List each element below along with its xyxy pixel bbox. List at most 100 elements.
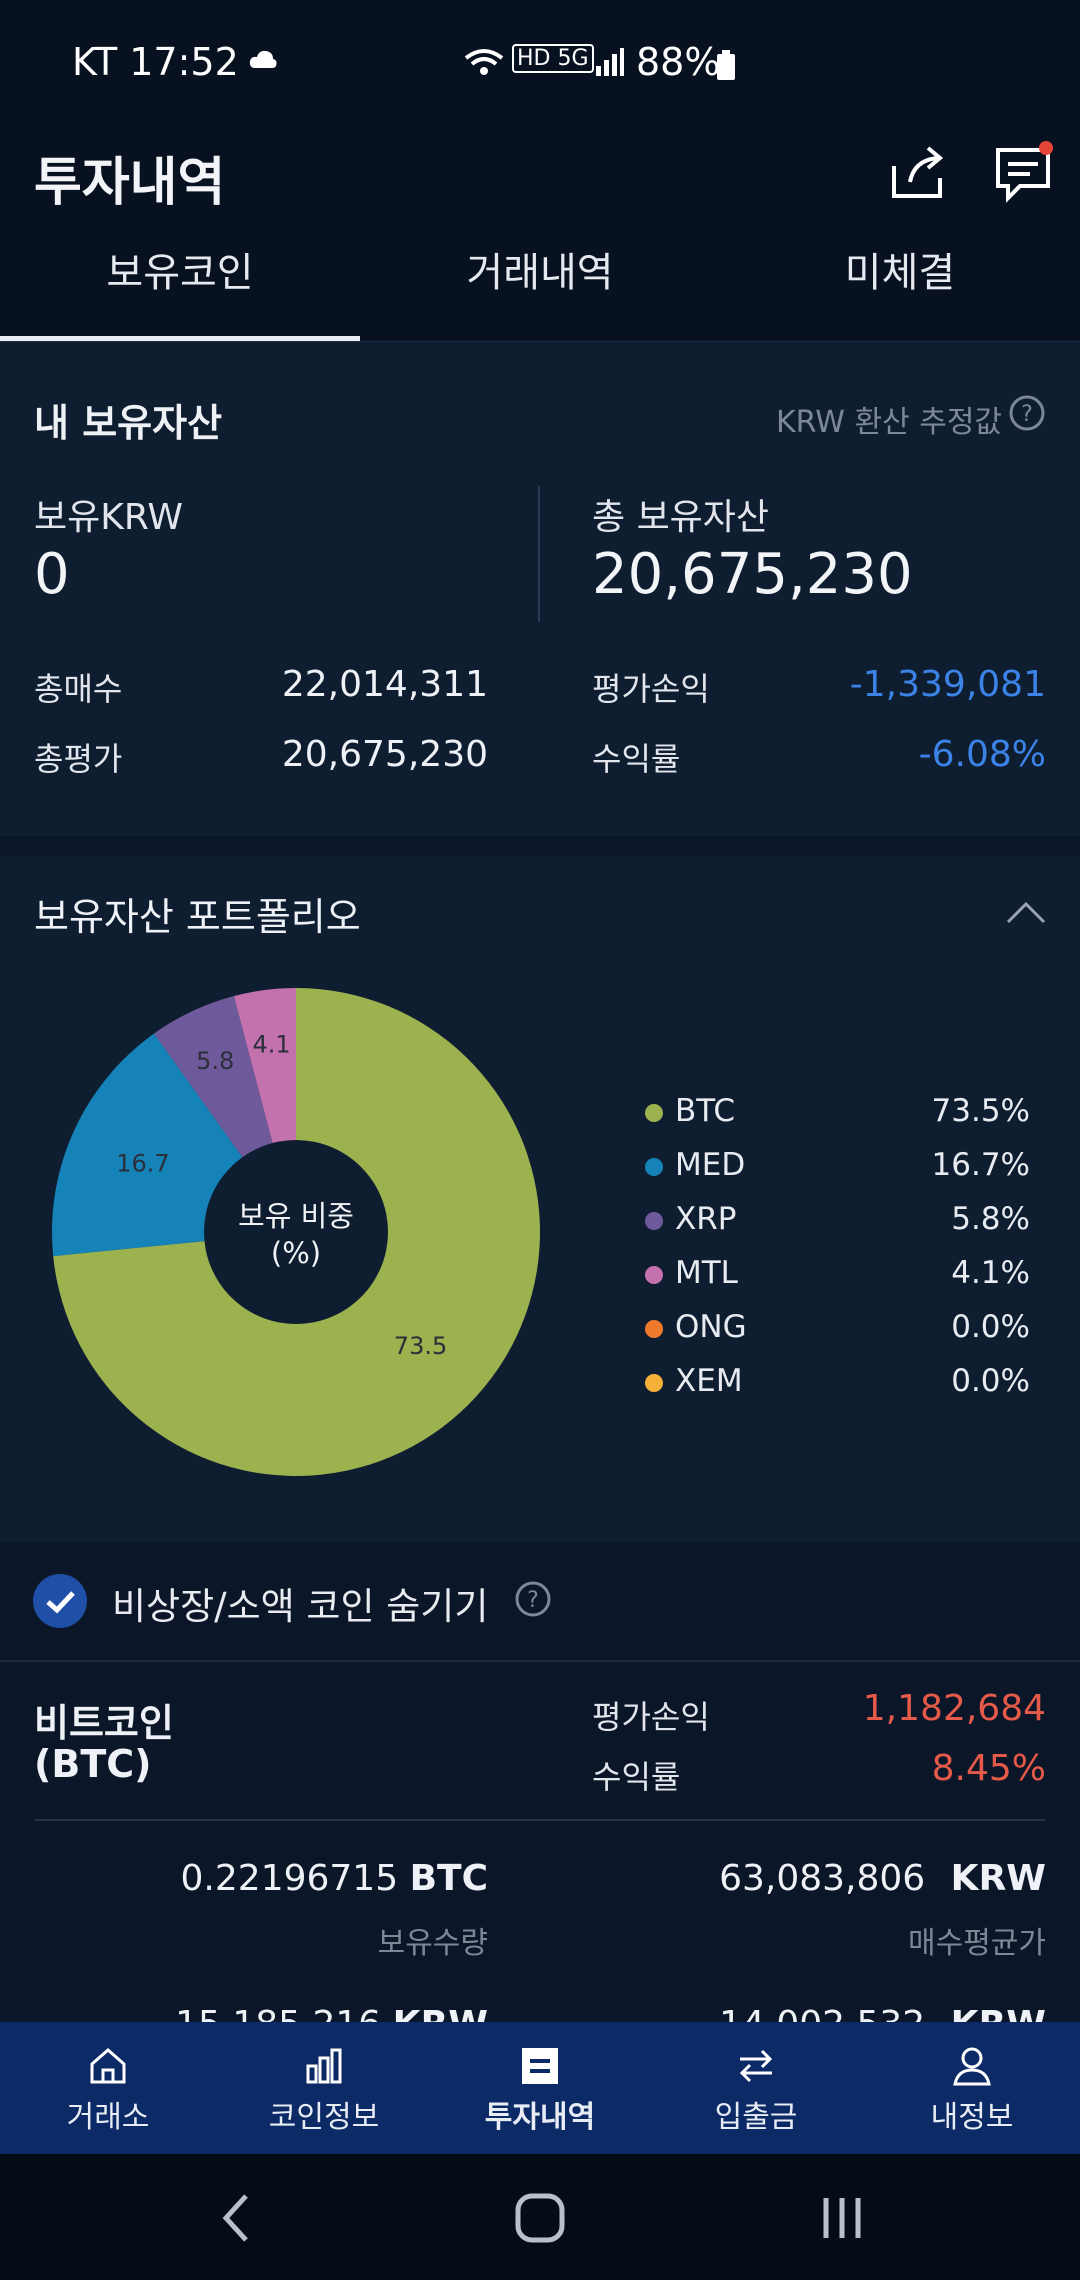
list-icon [520,2046,560,2086]
return-label: 수익률 [592,740,681,778]
total-buy-label: 총매수 [34,670,123,708]
legend-dot-icon [645,1374,663,1392]
legend-name: XRP [675,1201,737,1237]
slice-label-mtl: 4.1 [253,1031,291,1059]
nav-deposit-withdraw-label: 입출금 [714,2100,798,2135]
coin-symbol: (BTC) [34,1742,152,1786]
slice-label-xrp: 5.8 [196,1047,234,1075]
portfolio-section: 보유자산 포트폴리오 보유 비중 (%) 73.5 16.7 5.8 4.1 BTC 7… [0,856,1080,1542]
holding-pnl-value: 1,182,684 [862,1688,1046,1729]
nav-exchange-label: 거래소 [66,2100,150,2135]
legend-dot-icon [645,1320,663,1338]
checkbox-checked-icon[interactable] [33,1574,87,1628]
nav-exchange[interactable]: 거래소 [0,2022,216,2154]
qty-row: 0.22196715 BTC [60,1858,488,1899]
legend-percent: 73.5% [931,1093,1030,1129]
coin-name: 비트코인 [34,1701,174,1745]
slice-label-med: 16.7 [116,1150,169,1178]
avg-label: 매수평균가 [908,1926,1046,1961]
total-eval-value: 20,675,230 [281,734,488,775]
donut-center-label: 보유 비중 [238,1199,354,1233]
page-title: 투자내역 [34,153,226,213]
legend-item-xem: XEM 0.0% [645,1363,1030,1403]
help-icon[interactable]: ? [1008,394,1046,432]
holding-pnl-label: 평가손익 [592,1698,710,1736]
status-bar: KT 17:52 HD 5G 88% [0,0,1080,130]
cloud-icon [248,46,278,72]
krw-estimate-note: KRW 환산 추정값 [776,405,1003,440]
tab-trade-history[interactable]: 거래내역 [360,240,720,338]
legend-dot-icon [645,1212,663,1230]
total-buy-value: 22,014,311 [281,664,488,705]
app-header: 투자내역 보유코인 거래내역 미체결 [0,130,1080,343]
back-icon[interactable] [216,2190,256,2246]
slice-label-btc: 73.5 [394,1332,447,1360]
chevron-up-icon[interactable] [1004,898,1048,928]
my-assets-section: 내 보유자산 KRW 환산 추정값 ? 보유KRW 0 총 보유자산 20,67… [0,342,1080,836]
total-eval-label: 총평가 [34,740,123,778]
hide-coins-row[interactable]: 비상장/소액 코인 숨기기 ? [0,1542,1080,1662]
donut-center-unit: (%) [271,1236,321,1270]
legend-percent: 0.0% [951,1363,1030,1399]
nav-my-info-label: 내정보 [930,2100,1014,2135]
recent-apps-icon[interactable] [816,2192,868,2244]
help-icon[interactable]: ? [514,1580,552,1618]
avg-unit: KRW [950,1858,1046,1899]
bar-chart-icon [304,2046,344,2086]
legend-item-med: MED 16.7% [645,1147,1030,1187]
return-value: -6.08% [918,734,1046,775]
portfolio-title: 보유자산 포트폴리오 [34,895,361,939]
legend-percent: 16.7% [931,1147,1030,1183]
bottom-navigation: 거래소 코인정보 투자내역 입출금 내정보 [0,2022,1080,2154]
home-icon [88,2046,128,2086]
svg-text:?: ? [1021,402,1033,427]
holding-divider [34,1819,1046,1821]
message-icon[interactable] [990,138,1060,208]
legend-name: ONG [675,1309,747,1345]
battery-icon [716,50,736,80]
krw-value: 0 [34,542,70,607]
share-icon[interactable] [884,138,954,208]
nav-deposit-withdraw[interactable]: 입출금 [648,2022,864,2154]
legend-percent: 4.1% [951,1255,1030,1291]
hide-coins-label: 비상장/소액 코인 숨기기 [112,1585,489,1628]
status-carrier-time: KT 17:52 [72,40,239,84]
svg-text:?: ? [527,1588,539,1613]
total-assets-label: 총 보유자산 [592,497,770,538]
legend-name: MED [675,1147,746,1183]
tab-pending[interactable]: 미체결 [720,240,1080,338]
legend-dot-icon [645,1158,663,1176]
holding-return-label: 수익률 [592,1758,681,1796]
nav-investment-history[interactable]: 투자내역 [432,2022,648,2154]
nav-coin-info[interactable]: 코인정보 [216,2022,432,2154]
legend-item-btc: BTC 73.5% [645,1093,1030,1133]
nav-coin-info-label: 코인정보 [268,2100,380,2135]
legend-dot-icon [645,1266,663,1284]
legend-item-xrp: XRP 5.8% [645,1201,1030,1241]
battery-percent: 88% [636,40,721,84]
pnl-value: -1,339,081 [849,664,1046,705]
legend-name: MTL [675,1255,738,1291]
legend-item-mtl: MTL 4.1% [645,1255,1030,1295]
legend-name: BTC [675,1093,736,1129]
system-navigation-bar [0,2154,1080,2280]
nav-investment-history-label: 투자내역 [484,2100,596,2135]
legend-dot-icon [645,1104,663,1122]
signal-icon [594,46,624,76]
avg-row: 63,083,806 KRW [600,1858,1046,1899]
legend-item-ong: ONG 0.0% [645,1309,1030,1349]
nav-my-info[interactable]: 내정보 [864,2022,1080,2154]
tab-bar: 보유코인 거래내역 미체결 [0,240,1080,338]
legend-percent: 5.8% [951,1201,1030,1237]
qty-value: 0.22196715 [180,1858,399,1899]
person-icon [952,2046,992,2086]
qty-label: 보유수량 [377,1926,488,1961]
qty-unit: BTC [409,1858,488,1899]
tab-holdings[interactable]: 보유코인 [0,240,360,338]
wifi-icon [462,46,506,76]
portfolio-donut-chart: 보유 비중 (%) 73.5 16.7 5.8 4.1 [51,988,540,1476]
holding-card-btc[interactable]: 비트코인 (BTC) 평가손익 1,182,684 수익률 8.45% 0.22… [0,1662,1080,2045]
my-assets-title: 내 보유자산 [34,401,223,445]
home-button-icon[interactable] [512,2190,568,2246]
total-assets-value: 20,675,230 [592,542,913,607]
